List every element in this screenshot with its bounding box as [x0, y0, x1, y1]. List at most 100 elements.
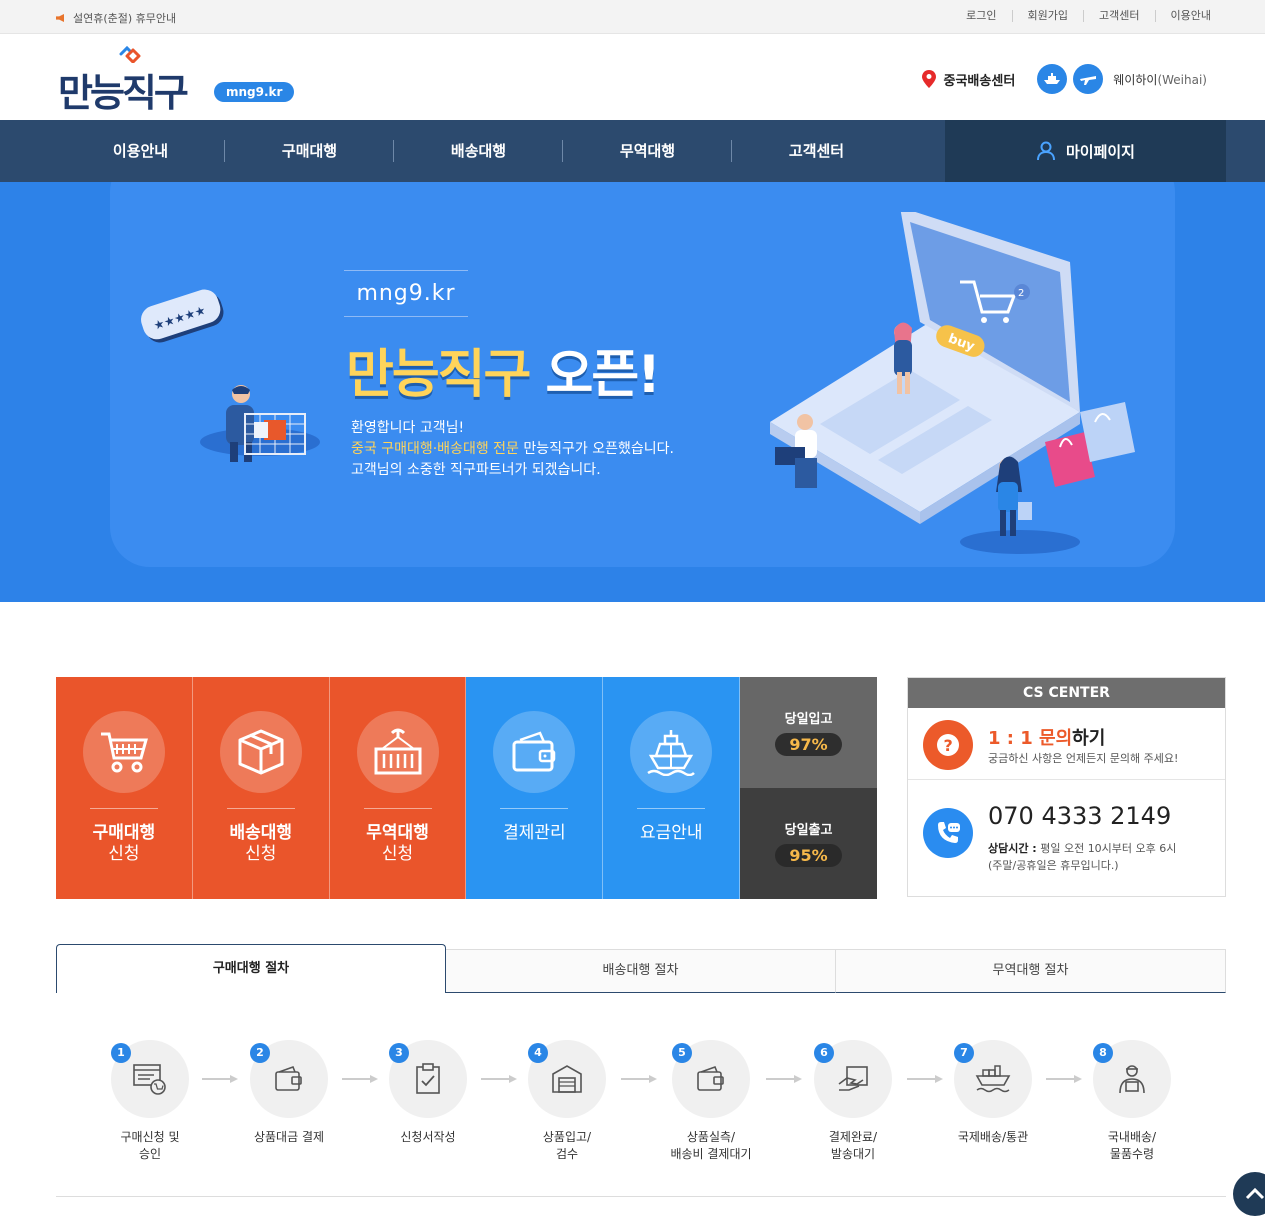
tab-trade-process[interactable]: 무역대행 절차: [835, 949, 1226, 993]
step-6: 6 결제완료/ 발송대기: [778, 1040, 928, 1163]
stat-same-day-outbound: 당일출고 95%: [740, 788, 877, 899]
speaker-icon: [56, 14, 64, 22]
nav-item-purchase[interactable]: 구매대행: [225, 120, 394, 182]
phone-info: 070 4333 2149 상담시간 : 평일 오전 10시부터 오후 6시 (…: [908, 780, 1225, 896]
china-center-label: 중국배송센터: [943, 73, 1016, 89]
step-7: 7 국제배송/통관: [918, 1040, 1068, 1146]
step-3: 3 신청서작성: [353, 1040, 503, 1146]
inquiry-subtext: 궁금하신 사항은 언제든지 문의해 주세요!: [988, 752, 1179, 765]
hero-banner: ★★★★★ mng9.kr 만능직구 오픈! 환영합니다 고객님! 중국 구매대…: [0, 182, 1265, 602]
signup-link[interactable]: 회원가입: [1011, 10, 1083, 22]
guide-link[interactable]: 이용안내: [1154, 10, 1211, 22]
step-number: 4: [528, 1043, 548, 1063]
top-bar: 설연휴(춘절) 휴무안내 로그인 회원가입 고객센터 이용안내: [0, 0, 1265, 34]
hours-note: (주말/공휴일은 휴무입니다.): [988, 859, 1119, 872]
trade-apply-label: 무역대행: [366, 823, 429, 843]
step-label: 국내배송/ 물품수령: [1107, 1130, 1157, 1161]
trade-apply-button[interactable]: 무역대행 신청: [329, 677, 467, 899]
notice-link[interactable]: 설연휴(춘절) 휴무안내: [56, 10, 176, 26]
shipping-apply-button[interactable]: 배송대행 신청: [192, 677, 330, 899]
purchase-apply-sub: 신청: [108, 844, 140, 864]
mypage-label: 마이페이지: [1065, 142, 1135, 161]
step-number: 1: [111, 1043, 131, 1063]
step-number: 5: [672, 1043, 692, 1063]
payment-manage-label: 결제관리: [503, 823, 566, 843]
process-tabs: 배송대행 절차 무역대행 절차 구매대행 절차: [56, 944, 1226, 993]
logo-text: 만능직구: [58, 71, 189, 115]
wallet-icon: [697, 1065, 724, 1091]
stat-inbound-title: 당일입고: [784, 712, 833, 727]
step-number: 7: [954, 1043, 974, 1063]
purchase-apply-button[interactable]: 구매대행 신청: [56, 677, 193, 899]
stat-outbound-value: 95%: [775, 844, 842, 867]
tab-purchase-process[interactable]: 구매대행 절차: [56, 944, 446, 993]
stat-inbound-value: 97%: [775, 733, 842, 756]
order-icon: [133, 1064, 166, 1095]
city-label: 웨이하이(Weihai): [1113, 71, 1207, 88]
warehouse-icon: [552, 1065, 582, 1093]
clipboard-icon: [416, 1063, 440, 1094]
wallet-icon: [493, 711, 576, 793]
hero-title-tail: 오픈!: [529, 345, 660, 405]
city-en: (Weihai): [1157, 72, 1207, 87]
airplane-icon: [1073, 64, 1104, 94]
hours-value: 평일 오전 10시부터 오후 6시: [1036, 842, 1177, 855]
trade-apply-sub: 신청: [381, 844, 414, 864]
location-pin-icon: [921, 70, 936, 88]
nav-item-shipping[interactable]: 배송대행: [394, 120, 563, 182]
shipping-apply-label: 배송대행: [229, 823, 293, 843]
nav-item-guide[interactable]: 이용안내: [56, 120, 225, 182]
shopper-illustration: ★★★★★: [141, 289, 320, 462]
user-icon: [1036, 141, 1055, 161]
login-link[interactable]: 로그인: [951, 10, 1011, 22]
container-icon: [356, 711, 439, 793]
phone-chat-icon: [923, 808, 973, 858]
purchase-apply-label: 구매대행: [92, 823, 156, 843]
hero-line-2: 중국 구매대행·배송대행 전문 만능직구가 오픈했습니다.: [351, 439, 674, 460]
inquiry-link[interactable]: ? 1 : 1 문의하기 궁금하신 사항은 언제든지 문의해 주세요!: [908, 708, 1225, 780]
payment-hand-icon: [838, 1066, 868, 1091]
process-steps: 1 구매신청 및 승인 2 상품대금 결제 3 신청서작성 4 상품입고/ 검수…: [56, 1040, 1226, 1170]
payment-manage-button[interactable]: 결제관리: [466, 677, 604, 899]
china-center-info: 중국배송센터 웨이하이(Weihai): [921, 64, 1207, 94]
stats-panel: 당일입고 97% 당일출고 95%: [740, 677, 877, 899]
logo-mark-icon: [119, 45, 141, 63]
step-label: 국제배송/통관: [957, 1130, 1029, 1144]
step-label: 신청서작성: [400, 1130, 456, 1144]
nav-item-support[interactable]: 고객센터: [732, 120, 901, 182]
cs-title: CS CENTER: [908, 678, 1225, 708]
stat-same-day-inbound: 당일입고 97%: [740, 677, 877, 788]
chevron-up-icon: [1245, 1187, 1265, 1200]
hours-label: 상담시간 :: [988, 842, 1037, 855]
notice-text[interactable]: 설연휴(춘절) 휴무안내: [73, 10, 176, 26]
step-label: 상품입고/ 검수: [542, 1130, 592, 1161]
ship-icon: [975, 1065, 1011, 1093]
mypage-button[interactable]: 마이페이지: [945, 120, 1226, 182]
nav-item-trade[interactable]: 무역대행: [563, 120, 732, 182]
step-4: 4 상품입고/ 검수: [492, 1040, 642, 1163]
step-label: 상품실측/ 배송비 결제대기: [670, 1130, 752, 1161]
svg-text:?: ?: [944, 736, 953, 755]
cart-icon: [82, 711, 165, 793]
hero-line-2-highlight: 중국 구매대행·배송대행 전문: [351, 441, 519, 457]
step-1: 1 구매신청 및 승인: [75, 1040, 225, 1163]
top-links: 로그인 회원가입 고객센터 이용안내: [951, 10, 1211, 22]
hero-line-1: 환영합니다 고객님!: [351, 420, 465, 436]
scroll-top-button[interactable]: [1233, 1172, 1265, 1216]
step-label: 상품대금 결제: [253, 1130, 325, 1144]
phone-number[interactable]: 070 4333 2149: [988, 802, 1171, 830]
ship-icon: [1037, 64, 1068, 94]
wallet-icon: [275, 1065, 302, 1091]
tab-shipping-process[interactable]: 배송대행 절차: [445, 949, 836, 993]
step-8: 8 국내배송/ 물품수령: [1057, 1040, 1207, 1163]
business-hours: 상담시간 : 평일 오전 10시부터 오후 6시 (주말/공휴일은 휴무입니다.…: [988, 840, 1176, 874]
step-5: 5 상품실측/ 배송비 결제대기: [636, 1040, 786, 1163]
svg-text:2: 2: [1018, 288, 1024, 299]
logo-badge: mng9.kr: [214, 82, 295, 102]
city-kr: 웨이하이: [1113, 72, 1158, 87]
customer-center-link[interactable]: 고객센터: [1083, 10, 1154, 22]
fee-guide-button[interactable]: 요금안내: [603, 677, 741, 899]
hero-domain: mng9.kr: [344, 270, 468, 317]
hero-description: 환영합니다 고객님! 중국 구매대행·배송대행 전문 만능직구가 오픈했습니다.…: [351, 418, 674, 481]
box-icon: [219, 711, 302, 793]
